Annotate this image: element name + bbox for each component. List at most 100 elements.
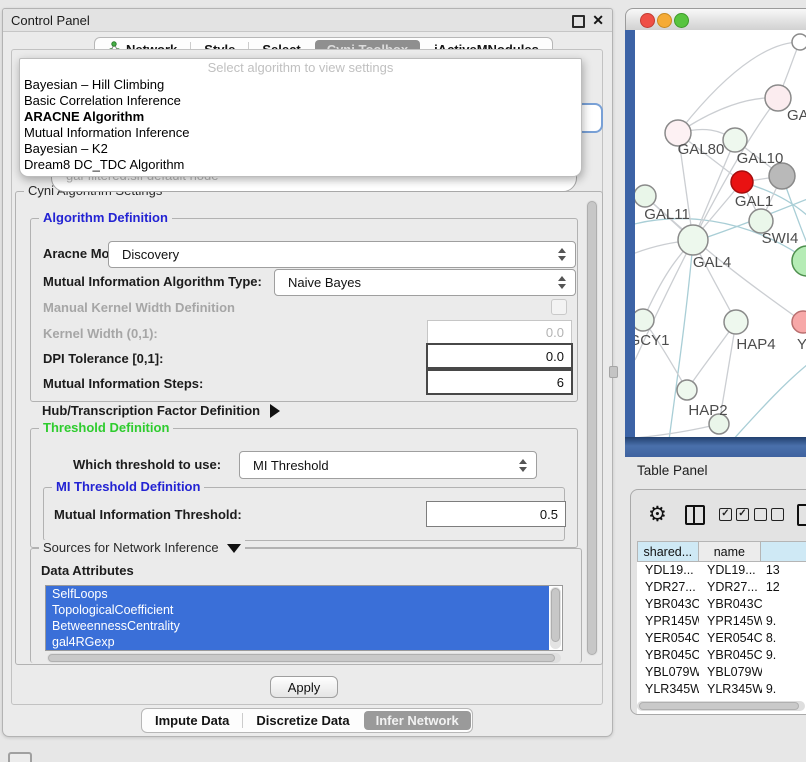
list-item[interactable]: BetweennessCentrality [46, 618, 549, 634]
table-cell[interactable]: 13 [762, 562, 806, 579]
manual-kernel-width-checkbox[interactable] [551, 299, 567, 315]
kernel-width-field[interactable]: 0.0 [427, 320, 572, 345]
mi-threshold-field[interactable]: 0.5 [426, 501, 566, 527]
select-all-icon[interactable]: ✓ ✓ [719, 508, 749, 521]
panel-divider-handle[interactable] [609, 366, 618, 378]
settings-vertical-scrollbar[interactable] [586, 200, 598, 656]
scrollbar-thumb[interactable] [587, 201, 597, 655]
column-header[interactable] [761, 541, 806, 562]
table-cell[interactable]: YPR145W [637, 613, 699, 630]
node-label: SWI4 [762, 230, 799, 247]
dropdown-item[interactable]: Mutual Information Inference [20, 125, 581, 141]
data-attributes-list[interactable]: SelfLoops TopologicalCoefficient Between… [45, 585, 563, 651]
table-cell[interactable]: YBR045C [637, 647, 699, 664]
dropdown-item[interactable]: Bayesian – K2 [20, 141, 581, 157]
deselect-all-icon[interactable] [754, 508, 784, 521]
tab-impute-data[interactable]: Impute Data [142, 710, 242, 731]
list-item[interactable]: gal4RGexp [46, 634, 549, 650]
scrollbar-thumb[interactable] [48, 654, 555, 662]
table-cell[interactable]: 12 [762, 579, 806, 596]
table-cell[interactable]: YPR145W [699, 613, 762, 630]
table-cell[interactable]: YBL079W [699, 664, 762, 681]
close-icon[interactable]: ✕ [592, 12, 604, 29]
table-cell[interactable]: 9. [762, 681, 806, 698]
table-row[interactable]: YBR045CYBR045C9. [637, 647, 806, 664]
aracne-mode-combo[interactable]: Discovery [108, 241, 576, 268]
column-selector-icon[interactable] [685, 505, 705, 525]
unchecked-box-icon [754, 508, 767, 521]
window-minimize-button[interactable] [657, 13, 672, 28]
network-window-titlebar[interactable] [625, 8, 806, 32]
table-row[interactable]: YBL079WYBL079W [637, 664, 806, 681]
gear-icon[interactable]: ⚙ [648, 504, 667, 525]
table-cell[interactable] [762, 664, 806, 681]
table-cell[interactable]: YBL079W [637, 664, 699, 681]
table-row[interactable]: YDL19...YDL19...13 [637, 562, 806, 579]
table-row[interactable]: YPR145WYPR145W9. [637, 613, 806, 630]
table-cell[interactable]: YBR043C [699, 596, 762, 613]
table-cell[interactable]: YBR045C [699, 647, 762, 664]
network-canvas[interactable]: GAL GAL80 GAL10 GAL1 GAL11 SWI4 GAL4 GCY… [635, 30, 806, 437]
apply-button[interactable]: Apply [270, 676, 338, 698]
table-cell[interactable]: 9. [762, 647, 806, 664]
hub-definition-toggle[interactable]: Hub/Transcription Factor Definition [42, 402, 280, 420]
node-table: shared... name YDL19...YDL19...13 YDR27.… [637, 541, 806, 715]
group-title: Algorithm Definition [39, 210, 172, 225]
table-cell[interactable]: 8. [762, 630, 806, 647]
table-cell[interactable]: YDR27... [699, 579, 762, 596]
network-graph: GAL GAL80 GAL10 GAL1 GAL11 SWI4 GAL4 GCY… [635, 30, 806, 437]
table-cell[interactable]: YBR043C [637, 596, 699, 613]
dropdown-item[interactable]: Basic Correlation Inference [20, 93, 581, 109]
dropdown-item[interactable]: Dream8 DC_TDC Algorithm [20, 157, 581, 173]
window-close-button[interactable] [640, 13, 655, 28]
list-vertical-scrollbar[interactable] [550, 587, 561, 649]
network-node[interactable] [677, 380, 697, 400]
network-node[interactable] [724, 310, 748, 334]
dpi-tolerance-field[interactable]: 0.0 [426, 343, 573, 369]
network-node[interactable] [635, 185, 656, 207]
column-header[interactable]: name [699, 541, 761, 562]
table-row[interactable]: YDR27...YDR27...12 [637, 579, 806, 596]
table-row[interactable]: YER054CYER054C8. [637, 630, 806, 647]
network-node[interactable] [792, 246, 806, 276]
network-node[interactable] [723, 128, 747, 152]
network-node[interactable] [678, 225, 708, 255]
table-cell[interactable]: YLR345W [637, 681, 699, 698]
float-window-icon[interactable] [572, 15, 585, 28]
table-cell[interactable]: YER054C [699, 630, 762, 647]
table-cell[interactable]: YDR27... [637, 579, 699, 596]
list-item[interactable]: SelfLoops [46, 586, 549, 602]
dropdown-item-highlighted[interactable]: ARACNE Algorithm [20, 109, 581, 125]
window-zoom-button[interactable] [674, 13, 689, 28]
dropdown-item[interactable]: Bayesian – Hill Climbing [20, 77, 581, 93]
table-cell[interactable]: 9. [762, 613, 806, 630]
table-cell[interactable]: YDL19... [637, 562, 699, 579]
sources-group-toggle[interactable]: Sources for Network Inference [39, 540, 245, 555]
which-threshold-combo[interactable]: MI Threshold [239, 451, 537, 479]
tab-infer-network[interactable]: Infer Network [364, 711, 471, 730]
table-horizontal-scrollbar[interactable] [637, 701, 805, 711]
scrollbar-thumb[interactable] [639, 702, 799, 710]
network-node-selected[interactable] [731, 171, 753, 193]
scrollbar-thumb[interactable] [551, 588, 560, 642]
table-row[interactable]: YBR043CYBR043C [637, 596, 806, 613]
new-table-icon[interactable] [797, 504, 806, 526]
minimized-panel-chip[interactable] [8, 752, 32, 762]
table-row[interactable]: YLR345WYLR345W9. [637, 681, 806, 698]
column-header[interactable]: shared... [637, 541, 699, 562]
mi-steps-value: 6 [557, 375, 571, 390]
tab-discretize-data[interactable]: Discretize Data [243, 710, 362, 731]
table-cell[interactable]: YDL19... [699, 562, 762, 579]
network-node[interactable] [792, 311, 806, 333]
mi-steps-field[interactable]: 6 [426, 369, 573, 395]
list-item[interactable]: TopologicalCoefficient [46, 602, 549, 618]
table-cell[interactable]: YER054C [637, 630, 699, 647]
network-node[interactable] [792, 34, 806, 50]
group-title: MI Threshold Definition [52, 479, 204, 494]
list-horizontal-scrollbar[interactable] [47, 653, 561, 663]
mi-algorithm-type-combo[interactable]: Naive Bayes [274, 269, 576, 296]
table-cell[interactable]: YLR345W [699, 681, 762, 698]
dropdown-placeholder: Select algorithm to view settings [20, 59, 581, 77]
network-node[interactable] [635, 309, 654, 331]
table-cell[interactable] [762, 596, 806, 613]
